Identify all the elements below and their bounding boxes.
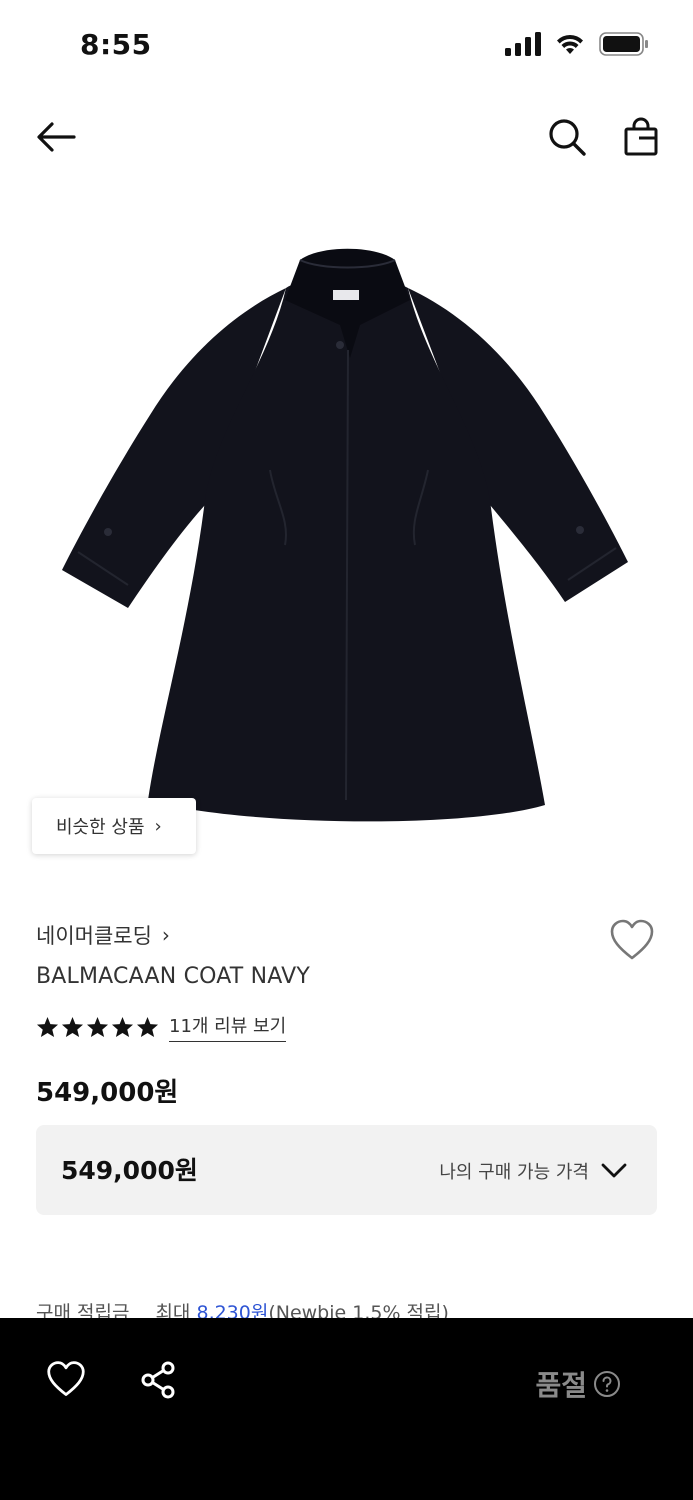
star-icon [86, 1016, 109, 1038]
similar-products-button[interactable]: 비슷한 상품 › [32, 798, 196, 854]
search-icon [549, 119, 586, 156]
chevron-down-icon [601, 1163, 627, 1178]
brand-link[interactable]: 네이머클로딩 › [36, 920, 170, 950]
my-price-dropdown[interactable]: 549,000원 나의 구매 가능 가격 [36, 1125, 657, 1215]
bottom-action-bar: 품절 [0, 1318, 693, 1500]
star-icon [61, 1016, 84, 1038]
star-icon [136, 1016, 159, 1038]
chevron-right-icon: › [154, 815, 162, 837]
battery-icon [599, 32, 648, 56]
share-icon [141, 1361, 175, 1399]
share-button[interactable] [138, 1360, 182, 1404]
search-button[interactable] [543, 113, 591, 161]
wifi-icon [557, 34, 583, 54]
star-icon [36, 1016, 59, 1038]
rating-row: 11개 리뷰 보기 [36, 1012, 287, 1042]
status-bar: 8:55 [0, 0, 693, 90]
product-image[interactable] [0, 200, 693, 890]
bottom-wishlist-button[interactable] [46, 1360, 90, 1404]
heart-icon [47, 1361, 85, 1396]
product-name: BALMACAAN COAT NAVY [36, 964, 311, 989]
arrow-left-icon [37, 122, 76, 152]
coat-image [62, 248, 628, 822]
status-time: 8:55 [80, 28, 152, 61]
shopping-bag-icon [624, 117, 658, 156]
cart-button[interactable] [617, 113, 665, 161]
star-icon [111, 1016, 134, 1038]
back-button[interactable] [32, 113, 80, 161]
product-price: 549,000원 [36, 1078, 179, 1108]
chevron-right-icon: › [161, 923, 170, 947]
my-price-value: 549,000원 [61, 1156, 198, 1185]
status-icons [505, 32, 649, 56]
my-price-label: 나의 구매 가능 가격 [439, 1162, 589, 1183]
star-rating [36, 1016, 159, 1038]
nav-bar [0, 95, 693, 180]
brand-name: 네이머클로딩 [36, 924, 152, 948]
similar-products-label: 비슷한 상품 [56, 817, 145, 838]
wishlist-button[interactable] [609, 918, 655, 962]
review-link[interactable]: 11개 리뷰 보기 [169, 1012, 287, 1042]
question-circle-icon [594, 1371, 620, 1397]
soldout-label: 품절 [535, 1369, 587, 1402]
heart-icon [610, 919, 654, 960]
cellular-signal-icon [505, 32, 541, 56]
soldout-button[interactable]: 품절 [535, 1364, 621, 1404]
